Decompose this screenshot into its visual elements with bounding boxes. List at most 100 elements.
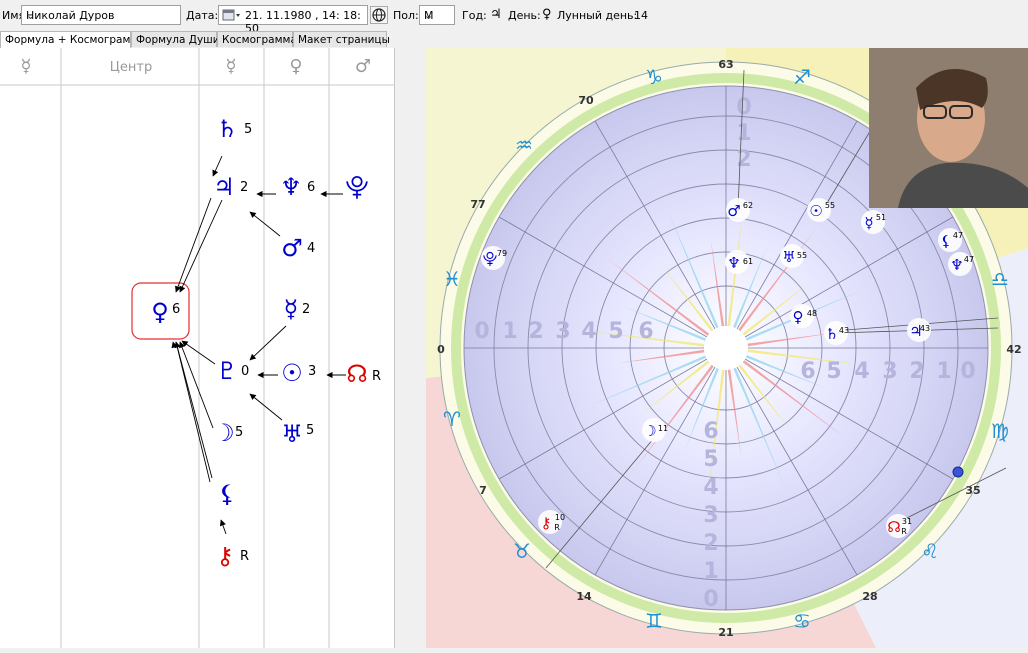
lunar-day-label: Лунный день: [557,9,638,22]
ring-digit-bot-5: 5 [703,447,718,472]
ring-digit-0b: 0 [960,359,975,384]
ring-digit-bot-0: 0 [703,587,718,612]
ring-digit-2b: 2 [909,359,924,384]
svg-text:⯓: ⯓ [483,250,498,268]
sun-number: 3 [308,364,316,379]
moon-glyph[interactable]: ☽ [213,419,235,447]
svg-text:47: 47 [964,255,974,264]
date-label: Дата: [186,9,219,22]
ring-digit-top-2: 2 [736,147,751,172]
svg-text:♂: ♂ [727,202,740,220]
header-mercury: ☿ [20,56,31,77]
chevron-down-icon[interactable]: ⌄ [26,9,177,22]
header-mars: ♂ [355,56,371,77]
mercury-glyph[interactable]: ☿ [284,295,299,323]
cosmogram-panel: 0 1 2 3 4 5 6 6 5 4 3 2 1 0 0 1 2 6 5 4 … [426,48,1028,648]
tab-formula-cosmogram[interactable]: Формула + Космограмма [0,31,145,48]
tab-soul-formula[interactable]: Формула Души [131,31,220,47]
sun-glyph[interactable]: ☉ [281,359,303,387]
saturn-glyph[interactable]: ♄ [216,115,238,143]
planet-jupiter[interactable]: ♃43 [907,318,931,342]
ring-digit-1: 1 [502,319,517,344]
chevron-down-icon[interactable]: ⌄ [424,9,451,22]
svg-text:♀: ♀ [793,308,804,326]
proserpina-glyph[interactable]: ⯓ [345,173,368,201]
moon-number: 5 [235,425,243,440]
header-center: Центр [110,60,152,75]
ring-digit-3: 3 [555,319,570,344]
aries-icon: ♈ [443,407,461,431]
chiron-glyph[interactable]: ⚷ [216,542,234,570]
venus-glyph[interactable]: ♀ [151,298,169,326]
header-venus: ♀ [289,56,302,77]
jupiter-icon: ♃ [490,7,502,22]
sex-select[interactable]: М ⌄ [419,5,455,25]
ascendant-marker[interactable] [952,466,964,478]
degree-42: 42 [1006,343,1021,356]
year-label: Год: [462,9,487,22]
aquarius-icon: ♒ [515,133,533,157]
svg-text:11: 11 [658,424,668,433]
degree-70: 70 [578,94,594,107]
tab-bar: Формула + Космограмма Формула Души Космо… [0,31,1028,48]
capricorn-icon: ♑ [645,65,663,89]
ring-digit-top-0: 0 [736,95,751,120]
ring-digit-5b: 5 [826,359,841,384]
ring-digit-6: 6 [638,319,653,344]
mars-glyph[interactable]: ♂ [281,234,303,262]
formula-diagram: ☿ Центр ☿ ♀ ♂ ♄ 5 ♃ 2 ♆ 6 ⯓ ♂ 4 ♀ 6 ☿ 2 … [0,48,394,648]
ring-digit-6b: 6 [800,359,815,384]
ring-digit-bot-2: 2 [703,531,718,556]
pluto-glyph[interactable]: ♇ [216,357,238,385]
svg-text:⚷: ⚷ [541,514,552,532]
mars-number: 4 [307,241,315,256]
sagittarius-icon: ♐ [793,65,811,89]
svg-text:♅: ♅ [782,248,795,266]
date-field[interactable]: 21. 11.1980 , 14: 18: 50 [218,5,368,35]
svg-text:51: 51 [876,213,886,222]
svg-text:31: 31 [902,517,912,526]
svg-text:R: R [901,527,907,536]
mercury-number: 2 [302,302,310,317]
gemini-icon: ♊ [645,609,663,633]
tab-page-layout[interactable]: Макет страницы [293,31,390,47]
libra-icon: ♎ [991,267,1009,291]
day-label: День: [508,9,541,22]
jupiter-glyph[interactable]: ♃ [213,173,235,201]
degree-21: 21 [718,626,733,639]
venus-icon: ♀ [542,7,552,22]
svg-text:43: 43 [920,324,930,333]
ring-digit-5: 5 [608,319,623,344]
taurus-icon: ♉ [513,539,531,563]
north-node-glyph[interactable]: ☊ [346,360,367,388]
svg-text:79: 79 [497,249,507,258]
virgo-icon: ♍ [991,419,1009,443]
ring-digit-2: 2 [528,319,543,344]
north-node-retro: R [372,369,381,384]
svg-text:10: 10 [555,513,565,522]
cosmogram-wheel: 0 1 2 3 4 5 6 6 5 4 3 2 1 0 0 1 2 6 5 4 … [426,48,1028,648]
lilith-glyph[interactable]: ⚸ [218,480,236,508]
ring-digit-4: 4 [581,319,596,344]
calendar-icon[interactable] [222,8,242,25]
name-combobox[interactable]: Николай Дуров ⌄ [21,5,181,25]
svg-text:43: 43 [839,326,849,335]
degree-77: 77 [470,198,485,211]
neptune-number: 6 [307,180,315,195]
degree-14: 14 [576,590,592,603]
globe-icon[interactable] [370,6,388,24]
uranus-glyph[interactable]: ♅ [281,420,303,448]
leo-icon: ♌ [921,539,939,563]
svg-text:47: 47 [953,231,963,240]
cancer-icon: ♋ [793,609,811,633]
formula-panel: ☿ Центр ☿ ♀ ♂ ♄ 5 ♃ 2 ♆ 6 ⯓ ♂ 4 ♀ 6 ☿ 2 … [0,48,395,648]
neptune-glyph[interactable]: ♆ [280,173,302,201]
pisces-icon: ♓ [443,267,461,291]
svg-text:61: 61 [743,257,753,266]
ring-digit-bot-4: 4 [703,475,718,500]
ring-digit-top-1: 1 [736,121,751,146]
svg-text:♆: ♆ [727,254,740,272]
ring-digit-bot-3: 3 [703,503,718,528]
tab-cosmogram[interactable]: Космограмма [217,31,297,47]
portrait-photo [869,48,1028,208]
